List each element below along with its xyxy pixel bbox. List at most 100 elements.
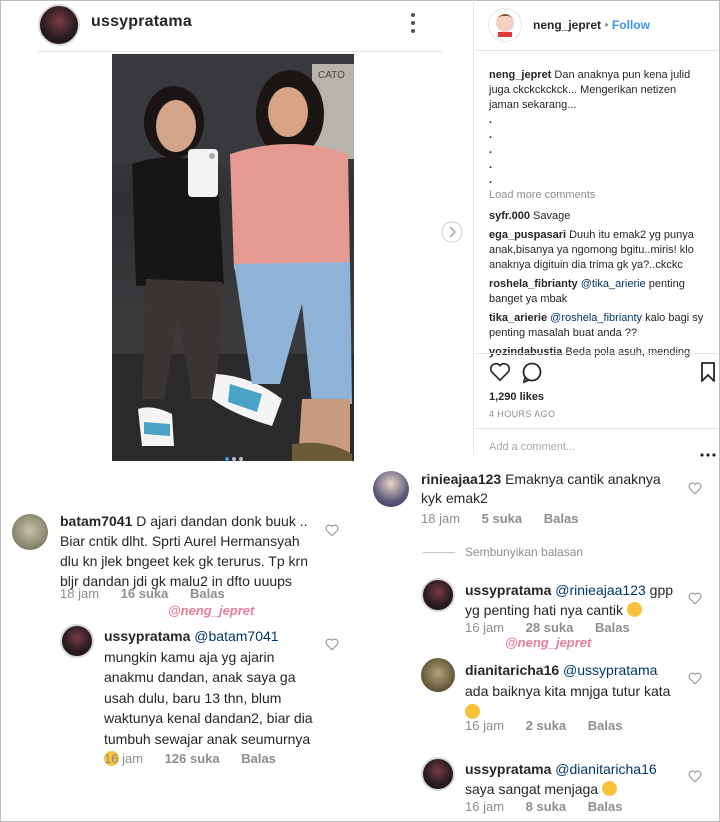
comment-username[interactable]: ussypratama [104, 628, 190, 644]
panel-comments: syfr.000 Savage ega_puspasari Duuh itu e… [489, 209, 715, 359]
kiss-emoji-icon [626, 602, 642, 617]
dianitaricha16-avatar[interactable] [421, 658, 455, 692]
comment-time: 18 jam [60, 586, 100, 601]
comment-username[interactable]: ussypratama [465, 582, 551, 598]
actions-divider [476, 353, 718, 354]
panel-username[interactable]: neng_jepret [533, 18, 601, 32]
comment-line: anakmu dandan, anak saya ga [104, 669, 296, 685]
load-more-comments[interactable]: Load more comments [489, 188, 595, 203]
comment-like-heart-icon[interactable] [688, 482, 702, 496]
comment-likes[interactable]: 5 suka [482, 511, 522, 526]
comment-line: usah dulu, baru 13 thn, blum [104, 689, 282, 706]
comment-mention[interactable]: @dianitaricha16 [555, 761, 656, 777]
comment-username[interactable]: batam7041 [60, 513, 132, 529]
smile-emoji-icon [465, 704, 480, 719]
comment-meta: 16 jam 8 suka Balas [465, 799, 622, 814]
comment-username[interactable]: tika_arierie [489, 312, 547, 324]
more-options-icon[interactable] [410, 12, 416, 34]
panel-border-left [473, 0, 474, 455]
comment-time: 16 jam [465, 799, 505, 814]
comment-likes[interactable]: 2 suka [526, 718, 566, 733]
comment-meta: 18 jam 16 suka Balas [60, 586, 225, 601]
comment-reply[interactable]: Balas [190, 586, 225, 601]
comment-mention[interactable]: @rinieajaa123 [555, 582, 646, 598]
comment-meta: 16 jam 126 suka Balas [104, 751, 276, 766]
comment-reply[interactable]: Balas [595, 620, 630, 635]
comment-username[interactable]: yozindabustia [489, 346, 562, 358]
comment-like-heart-icon[interactable] [688, 672, 702, 686]
likes-count[interactable]: 1,290 likes [489, 390, 544, 405]
comment-likes[interactable]: 126 suka [165, 751, 220, 766]
comment-username[interactable]: dianitaricha16 [465, 662, 559, 678]
ussypratama-avatar[interactable] [38, 4, 80, 46]
comment-likes[interactable]: 16 suka [121, 586, 169, 601]
comment-like-heart-icon[interactable] [325, 524, 339, 538]
ussypratama-avatar[interactable] [60, 624, 94, 658]
comment-like-heart-icon[interactable] [688, 770, 702, 784]
comment-mention[interactable]: @tika_arierie [581, 278, 646, 290]
comment-reply[interactable]: Balas [241, 751, 276, 766]
post-time: 4 HOURS AGO [489, 409, 556, 419]
comment-text: Emaknya cantik anaknya [505, 471, 661, 487]
comment-item: tika_arierie @roshela_fibrianty kalo bag… [489, 311, 715, 341]
add-comment-options-icon[interactable] [700, 444, 716, 462]
comment-mention[interactable]: @roshela_fibrianty [550, 312, 642, 324]
comment-reply[interactable]: Balas [588, 718, 623, 733]
caption-dot: . [489, 114, 493, 126]
comment-meta: 18 jam 5 suka Balas [421, 511, 578, 526]
next-photo-icon[interactable] [441, 221, 463, 248]
comment-username[interactable]: ega_puspasari [489, 229, 566, 241]
hide-replies-button[interactable]: Sembunyikan balasan [465, 545, 583, 559]
comment-like-heart-icon[interactable] [325, 638, 339, 652]
bookmark-icon[interactable] [700, 362, 716, 387]
comment-username[interactable]: ussypratama [465, 761, 551, 777]
comment-mention[interactable]: @ussypratama [563, 662, 657, 678]
add-comment-input[interactable]: Add a comment... [489, 440, 575, 455]
comment-text: kyk emak2 [421, 490, 488, 506]
comment-text: yg penting hati nya cantik [465, 602, 623, 618]
caption-dot: . [489, 174, 493, 186]
follow-button[interactable]: Follow [612, 18, 650, 32]
add-comment-divider [476, 428, 718, 429]
hide-replies-line [423, 552, 455, 553]
comment-like-heart-icon[interactable] [688, 592, 702, 606]
ussy-reply-2: ussypratama @dianitaricha16 saya sangat … [465, 759, 690, 799]
comment-likes[interactable]: 28 suka [526, 620, 574, 635]
ussy-reply-comment: ussypratama @batam7041 mungkin kamu aja … [104, 626, 334, 770]
post-photo[interactable]: CATO [112, 54, 354, 461]
comment-bubble-icon[interactable] [521, 362, 543, 389]
comment-line: dlu kn jlek bngeet kek gk terurus. Tp kr… [60, 553, 308, 569]
batam7041-avatar[interactable] [12, 514, 48, 550]
like-heart-icon[interactable] [489, 362, 511, 387]
store-sign-text: CATO [318, 70, 345, 81]
comment-reply[interactable]: Balas [588, 799, 623, 814]
comment-line: waktunya kenal dandan2, biar dia [104, 710, 313, 726]
comment-text: Beda pola asuh, mending [565, 346, 691, 358]
caption-dot: . [489, 144, 493, 156]
caption-dot: . [489, 159, 493, 171]
comment-text: ada baiknya kita mnjga tutur kata [465, 683, 671, 699]
comment-time: 16 jam [465, 620, 505, 635]
ussypratama-avatar[interactable] [421, 757, 455, 791]
caption-dots: . . . . . [489, 113, 492, 188]
post-username[interactable]: ussypratama [91, 13, 192, 31]
smile-emoji-icon [601, 781, 617, 796]
comment-line: tumbuh sewajar anak seumurnya [104, 730, 311, 747]
comment-username[interactable]: syfr.000 [489, 210, 530, 222]
caption-username[interactable]: neng_jepret [489, 69, 551, 81]
rinieajaa123-avatar[interactable] [373, 471, 409, 507]
comment-username[interactable]: rinieajaa123 [421, 471, 501, 487]
comment-text: gpp [649, 582, 674, 598]
ussypratama-avatar[interactable] [421, 578, 455, 612]
comment-username[interactable]: roshela_fibrianty [489, 278, 578, 290]
neng-jepret-avatar[interactable] [488, 8, 522, 42]
comment-likes[interactable]: 8 suka [526, 799, 566, 814]
watermark: @neng_jepret [505, 635, 592, 650]
carousel-dots[interactable] [224, 449, 244, 461]
comment-mention[interactable]: @batam7041 [194, 628, 278, 644]
ussy-reply-1: ussypratama @rinieajaa123 gpp yg penting… [465, 580, 680, 620]
comment-time: 16 jam [104, 751, 144, 766]
comment-line: Biar cntik dlht. Sprti Aurel Hermansyah [60, 533, 300, 549]
caption: neng_jepret Dan anaknya pun kena julid j… [489, 68, 709, 113]
comment-reply[interactable]: Balas [544, 511, 579, 526]
